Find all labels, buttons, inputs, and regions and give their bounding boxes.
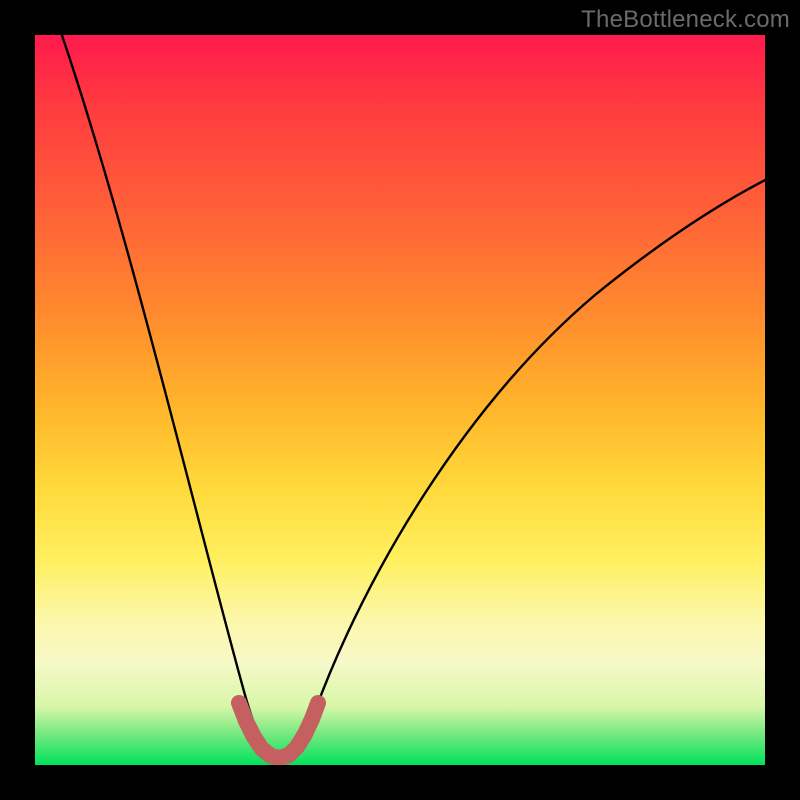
curve-layer	[35, 35, 765, 765]
chart-frame: TheBottleneck.com	[0, 0, 800, 800]
bottleneck-curve	[55, 35, 765, 759]
watermark-text: TheBottleneck.com	[581, 6, 790, 34]
plot-area	[35, 35, 765, 765]
